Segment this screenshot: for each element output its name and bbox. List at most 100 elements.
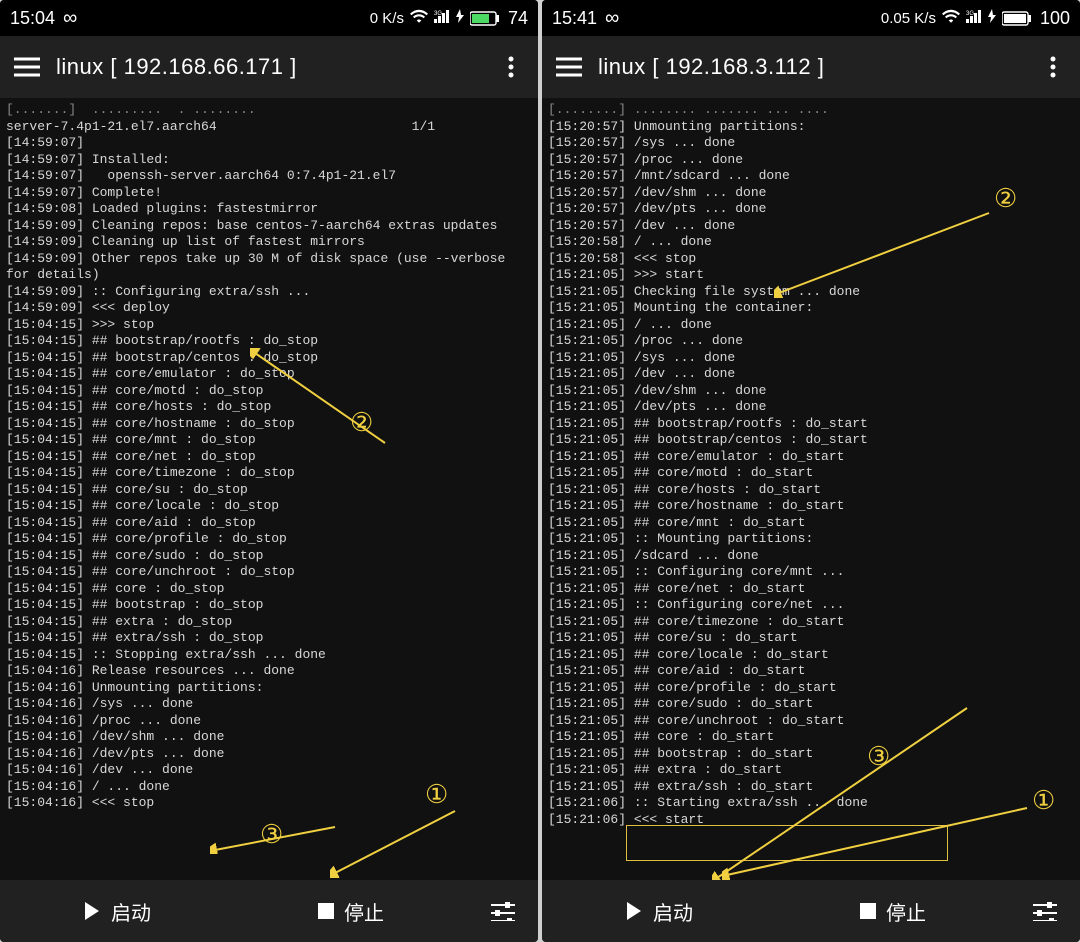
log-line: [15:21:05] :: Configuring core/net ... [548,597,1074,614]
log-line: [15:21:05] ## extra/ssh : do_start [548,779,1074,796]
log-line: [15:21:05] ## core/unchroot : do_start [548,713,1074,730]
status-time: 15:04 [10,8,55,29]
log-lines: [.......] ......... . ........server-7.4… [6,102,532,812]
signal-icon: 3G [434,9,450,27]
signal-icon: 3G [966,9,982,27]
log-line: [15:21:05] ## core/timezone : do_start [548,614,1074,631]
log-line: server-7.4p1-21.el7.aarch64 1/1 [6,119,532,136]
log-line: [15:04:15] ## core/mnt : do_stop [6,432,532,449]
play-icon [625,902,643,920]
stop-label: 停止 [344,897,384,926]
battery-icon [1002,11,1032,26]
stop-label: 停止 [886,897,926,926]
log-line: [15:04:15] ## core/su : do_stop [6,482,532,499]
log-line: [14:59:08] Loaded plugins: fastestmirror [6,201,532,218]
log-line: [15:04:15] :: Stopping extra/ssh ... don… [6,647,532,664]
more-icon[interactable] [496,52,526,82]
play-icon [83,902,101,920]
log-line: [15:21:05] Mounting the container: [548,300,1074,317]
log-line: [15:04:15] ## bootstrap/rootfs : do_stop [6,333,532,350]
wifi-icon [942,9,960,27]
status-bar: 15:41 ∞ 0.05 K/s 3G 100 [542,0,1080,36]
log-line: [15:04:16] /dev/pts ... done [6,746,532,763]
status-time: 15:41 [552,8,597,29]
log-line: [15:04:16] /dev ... done [6,762,532,779]
log-line: [14:59:09] <<< deploy [6,300,532,317]
app-title: linux [ 192.168.3.112 ] [598,54,1024,80]
log-line: [.......] ......... . ........ [6,102,532,119]
log-line: [15:21:05] :: Configuring core/mnt ... [548,564,1074,581]
settings-button[interactable] [1010,880,1080,942]
terminal-output[interactable]: [........] ........ ....... ... .... [15:… [542,98,1080,880]
stop-button[interactable]: 停止 [776,880,1010,942]
charging-icon [456,9,464,27]
log-line: [15:20:57] /dev/pts ... done [548,201,1074,218]
log-line: [15:04:15] ## core/motd : do_stop [6,383,532,400]
log-line: [15:04:15] >>> stop [6,317,532,334]
log-line: [15:21:05] ## core/sudo : do_start [548,696,1074,713]
log-line: [15:21:05] ## extra : do_start [548,762,1074,779]
log-line: [15:04:15] ## core/net : do_stop [6,449,532,466]
menu-icon[interactable] [554,52,584,82]
log-line: [15:21:05] :: Mounting partitions: [548,531,1074,548]
more-icon[interactable] [1038,52,1068,82]
log-line: [15:04:15] ## core/aid : do_stop [6,515,532,532]
log-line: [15:04:15] ## core/emulator : do_stop [6,366,532,383]
app-title: linux [ 192.168.66.171 ] [56,54,482,80]
log-line: [15:20:57] /dev/shm ... done [548,185,1074,202]
log-line: [14:59:07] openssh-server.aarch64 0:7.4p… [6,168,532,185]
log-line: [15:21:05] ## core/aid : do_start [548,663,1074,680]
log-line: [15:04:15] ## core/sudo : do_stop [6,548,532,565]
bottom-bar: 启动 停止 [542,880,1080,942]
log-line: [14:59:07] Complete! [6,185,532,202]
log-line: [15:21:05] / ... done [548,317,1074,334]
log-line: [15:04:16] / ... done [6,779,532,796]
log-line: [15:21:05] ## core/net : do_start [548,581,1074,598]
log-line: [15:21:05] /proc ... done [548,333,1074,350]
wifi-icon [410,9,428,27]
log-line: [15:21:05] ## core/su : do_start [548,630,1074,647]
log-line: [15:04:16] /sys ... done [6,696,532,713]
log-line: [15:21:05] ## bootstrap : do_start [548,746,1074,763]
log-line: [15:04:15] ## core/hostname : do_stop [6,416,532,433]
log-line: [14:59:07] [6,135,532,152]
log-line: [15:21:05] ## core/motd : do_start [548,465,1074,482]
stop-button[interactable]: 停止 [234,880,468,942]
log-line: [15:04:15] ## core/hosts : do_stop [6,399,532,416]
log-line: [15:21:05] /dev ... done [548,366,1074,383]
log-line: [14:59:09] Cleaning up list of fastest m… [6,234,532,251]
log-line: [15:21:05] /sdcard ... done [548,548,1074,565]
log-line: [14:59:07] Installed: [6,152,532,169]
log-lines: [........] ........ ....... ... .... [15:… [548,102,1074,828]
log-line: [15:04:16] /proc ... done [6,713,532,730]
log-line: [15:04:15] ## bootstrap/centos : do_stop [6,350,532,367]
charging-icon [988,9,996,27]
battery-percent: 74 [508,8,528,29]
log-line: [15:20:58] <<< stop [548,251,1074,268]
log-line: [15:21:05] >>> start [548,267,1074,284]
sliders-icon [1033,901,1057,921]
battery-icon [470,11,500,26]
infinity-icon: ∞ [605,7,619,30]
log-line: [15:20:57] /sys ... done [548,135,1074,152]
status-bar: 15:04 ∞ 0 K/s 3G 74 [0,0,538,36]
terminal-output[interactable]: [.......] ......... . ........server-7.4… [0,98,538,880]
start-button[interactable]: 启动 [0,880,234,942]
log-line: [15:04:15] ## core/timezone : do_stop [6,465,532,482]
log-line: [15:04:15] ## extra : do_stop [6,614,532,631]
log-line: [15:21:05] /dev/shm ... done [548,383,1074,400]
log-line: [15:21:05] ## core/locale : do_start [548,647,1074,664]
infinity-icon: ∞ [63,7,77,30]
net-speed: 0.05 K/s [881,10,936,27]
log-line: [15:21:05] ## core/profile : do_start [548,680,1074,697]
stop-icon [860,903,876,919]
annotation-arrow-1 [330,808,460,878]
log-line: [15:21:05] ## core : do_start [548,729,1074,746]
start-button[interactable]: 启动 [542,880,776,942]
log-line: [14:59:09] Other repos take up 30 M of d… [6,251,532,284]
log-line: [........] ........ ....... ... .... [548,102,1074,119]
settings-button[interactable] [468,880,538,942]
log-line: [15:04:16] <<< stop [6,795,532,812]
annotation-3: ③ [260,826,283,843]
menu-icon[interactable] [12,52,42,82]
